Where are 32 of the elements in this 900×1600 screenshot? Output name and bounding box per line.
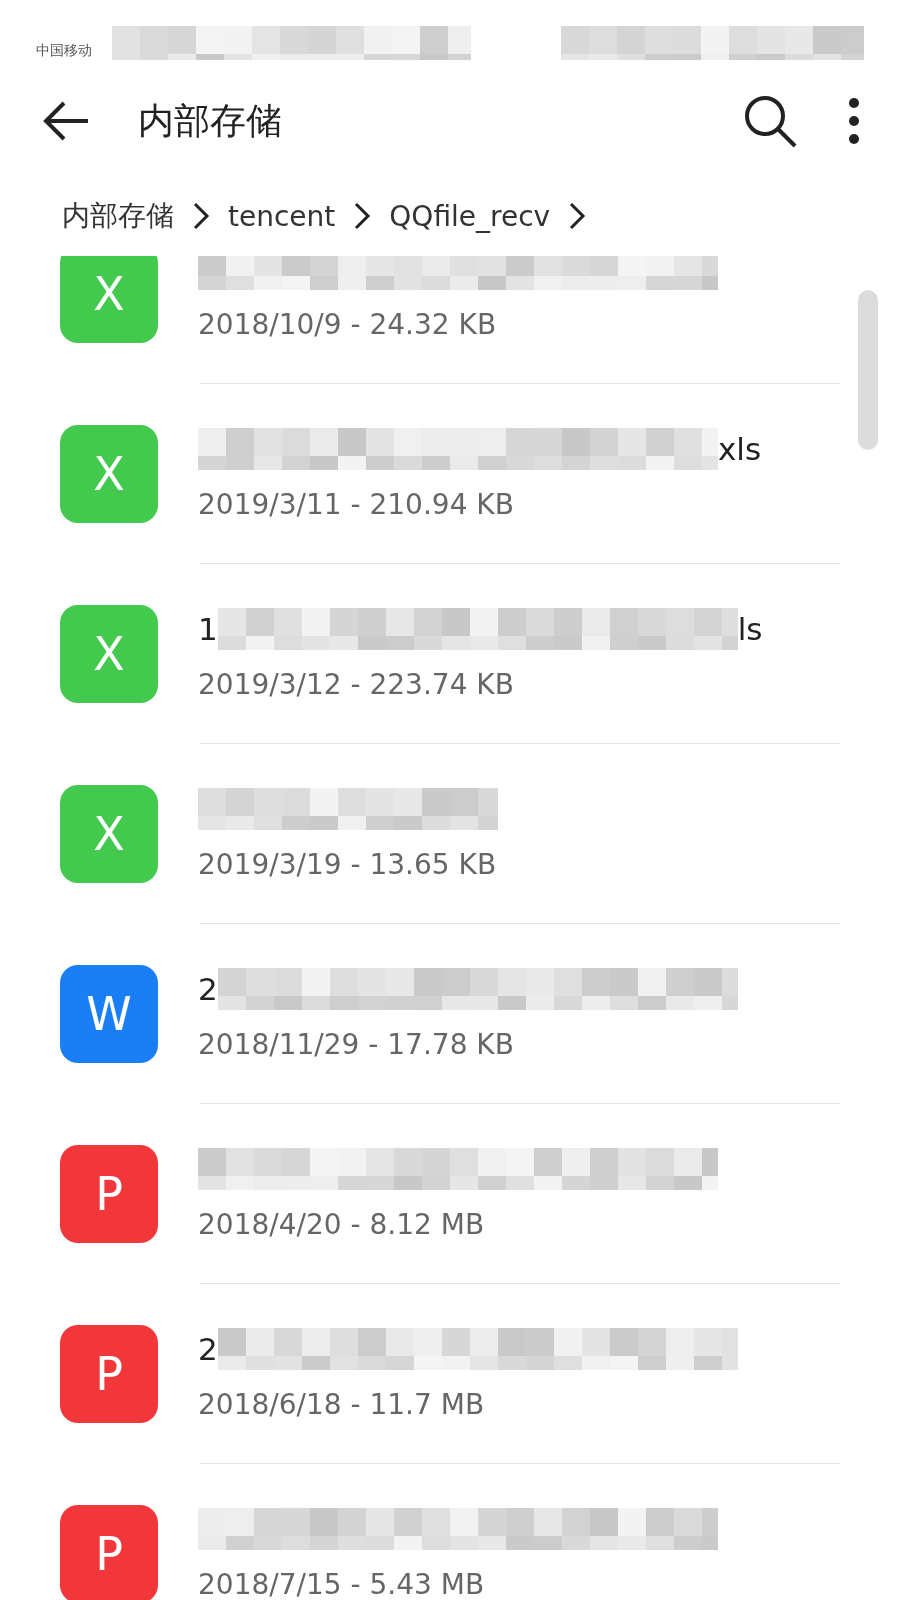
- carrier-name: 中国移动: [36, 42, 92, 60]
- search-icon[interactable]: [742, 93, 798, 149]
- file-type-icon: X: [60, 785, 158, 883]
- file-name: 2: [198, 1330, 218, 1367]
- file-name: 1: [198, 610, 218, 647]
- file-details: 2018/10/9 - 24.32 KB: [198, 307, 498, 341]
- file-type-icon: X: [60, 256, 158, 343]
- file-name: xls: [718, 430, 762, 467]
- file-type-icon: X: [60, 605, 158, 703]
- file-type-icon: W: [60, 965, 158, 1063]
- file-details: 2019/3/19 - 13.65 KB: [198, 847, 498, 881]
- file-details: 2018/4/20 - 8.12 MB: [198, 1207, 486, 1241]
- page-title: 内部存储: [138, 98, 283, 143]
- file-details: 2018/6/18 - 11.7 MB: [198, 1387, 486, 1421]
- breadcrumb-item[interactable]: QQfile_recv: [389, 199, 551, 233]
- file-details: 2019/3/12 - 223.74 KB: [198, 667, 515, 701]
- breadcrumb-item[interactable]: tencent: [228, 199, 336, 233]
- breadcrumb-item[interactable]: 内部存储: [62, 197, 174, 235]
- file-details: 2018/7/15 - 5.43 MB: [198, 1567, 486, 1600]
- file-type-icon: P: [60, 1325, 158, 1423]
- file-type-icon: P: [60, 1505, 158, 1600]
- file-details: 2018/11/29 - 17.78 KB: [198, 1027, 515, 1061]
- file-details: 2019/3/11 - 210.94 KB: [198, 487, 515, 521]
- scrollbar[interactable]: [858, 290, 878, 450]
- chevron-icon: [353, 201, 372, 231]
- file-name: 2: [198, 970, 218, 1007]
- chevron-icon: [192, 201, 210, 231]
- more-menu-icon[interactable]: [848, 97, 860, 145]
- file-name: ls: [737, 610, 763, 647]
- file-type-icon: X: [60, 425, 158, 523]
- file-type-icon: P: [60, 1145, 158, 1243]
- chevron-icon: [568, 201, 587, 231]
